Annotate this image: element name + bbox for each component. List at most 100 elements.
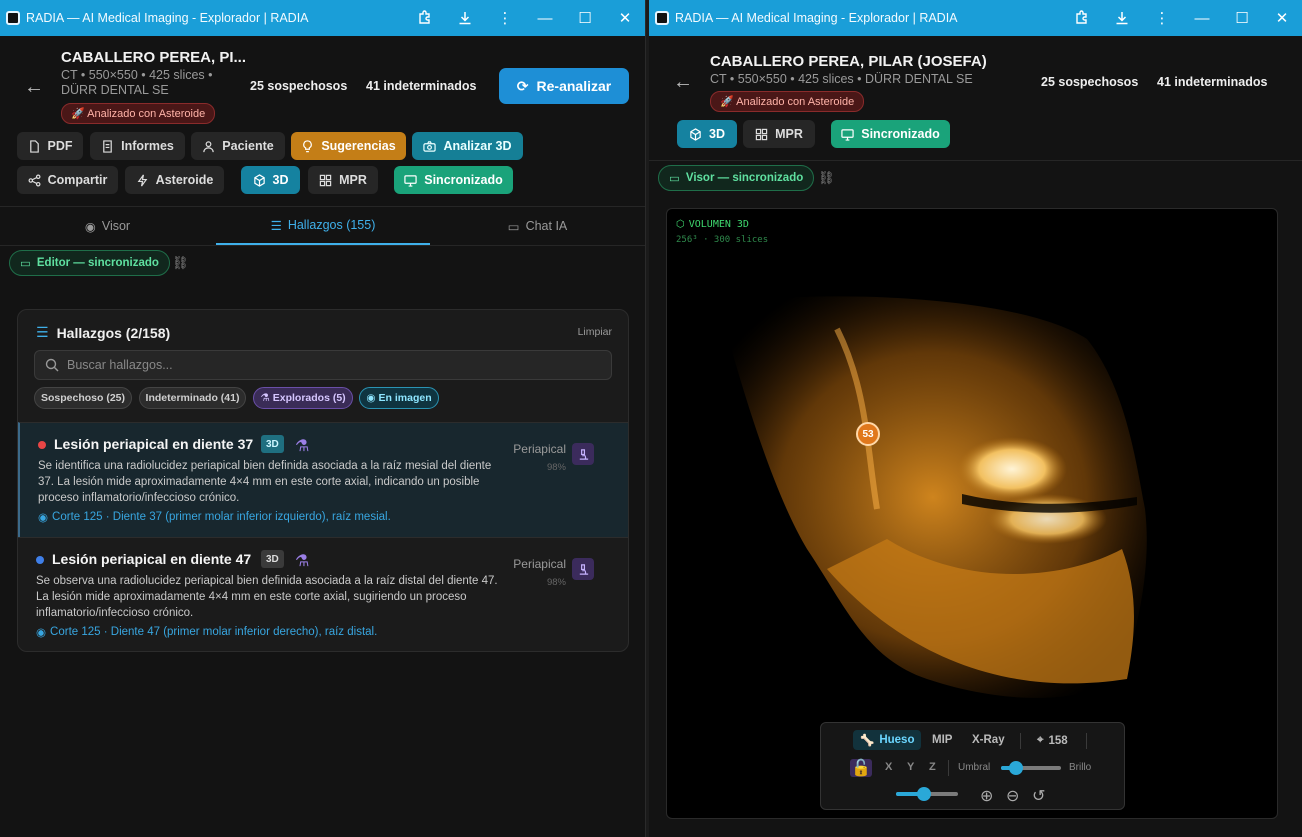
asteroid-badge: 🚀 Analizado con Asteroide	[61, 103, 216, 124]
finding-3d-tag[interactable]: 3D	[261, 550, 284, 568]
cube-icon: ⬡	[676, 219, 685, 230]
suggestions-button[interactable]: Sugerencias	[291, 132, 406, 160]
maximize-button[interactable]: ☐	[565, 0, 605, 36]
axis-y-button[interactable]: Y	[907, 761, 914, 773]
extension-icon[interactable]	[1062, 0, 1102, 36]
clear-link[interactable]: Limpiar	[578, 326, 612, 338]
threshold-label: Umbral	[958, 762, 991, 773]
analyze-3d-button[interactable]: Analizar 3D	[412, 132, 523, 160]
filter-suspicious[interactable]: Sospechoso (25)	[34, 387, 132, 409]
minimize-button[interactable]: —	[525, 0, 565, 36]
reanalyze-button[interactable]: ⟳ Re-analizar	[499, 68, 629, 104]
close-button[interactable]: ✕	[1262, 0, 1302, 36]
viewer-sync-badge[interactable]: ▭ Visor — sincronizado	[658, 165, 815, 191]
finding-item[interactable]: Lesión periapical en diente 47 3D ⚗ Se o…	[18, 537, 628, 651]
zoom-out-icon[interactable]: ⊖	[1006, 786, 1020, 805]
zoom-in-icon[interactable]: ⊕	[980, 786, 994, 805]
download-icon[interactable]	[1102, 0, 1142, 36]
reanalyze-label: Re-analizar	[536, 78, 612, 94]
title-bar: RADIA — AI Medical Imaging - Explorador …	[0, 0, 645, 36]
findings-panel-title: ☰ Hallazgos (2/158)	[36, 324, 170, 341]
reports-button[interactable]: Informes	[90, 132, 185, 160]
tab-viewer[interactable]: ◉ Visor	[0, 207, 215, 245]
finding-description: Se observa una radiolucidez periapical b…	[36, 575, 498, 619]
chat-icon: ▭	[507, 219, 520, 234]
reset-icon[interactable]: ↺	[1032, 786, 1046, 805]
more-menu-icon[interactable]: ⋮	[485, 0, 525, 36]
asteroid-button[interactable]: Asteroide	[125, 166, 224, 194]
axis-x-button[interactable]: X	[885, 761, 892, 773]
finding-item[interactable]: Lesión periapical en diente 37 3D ⚗ Se i…	[18, 422, 628, 537]
xray-mode-button[interactable]: X-Ray	[972, 734, 1005, 746]
close-button[interactable]: ✕	[605, 0, 645, 36]
pdf-button[interactable]: PDF	[17, 132, 83, 160]
findings-panel: ☰ Hallazgos (2/158) Limpiar Buscar hallaz…	[17, 309, 629, 652]
maximize-button[interactable]: ☐	[1222, 0, 1262, 36]
extension-icon[interactable]	[405, 0, 445, 36]
tab-findings[interactable]: ☰ Hallazgos (155)	[216, 207, 430, 245]
mip-mode-button[interactable]: MIP	[932, 734, 952, 746]
patient-button[interactable]: Paciente	[191, 132, 285, 160]
grid-icon	[755, 128, 768, 140]
zoom-slider[interactable]	[896, 787, 958, 801]
zoom-knob[interactable]	[916, 787, 931, 801]
analyze-3d-label: Analizar 3D	[443, 139, 512, 153]
view-3d-button[interactable]: 3D	[241, 166, 300, 194]
tab-chat[interactable]: ▭ Chat IA	[430, 207, 645, 245]
more-menu-icon[interactable]: ⋮	[1142, 0, 1182, 36]
synced-button[interactable]: Sincronizado	[394, 166, 513, 194]
download-icon[interactable]	[445, 0, 485, 36]
right-window: RADIA — AI Medical Imaging - Explorador …	[649, 0, 1302, 837]
suspicious-count: 25 sospechosos	[250, 79, 348, 93]
back-arrow-icon[interactable]: ←	[673, 71, 693, 94]
bone-mode-button[interactable]: 🦴 Hueso	[853, 730, 922, 750]
filter-in-image[interactable]: ◉ En imagen	[359, 387, 439, 409]
filter-indeterminate[interactable]: Indeterminado (41)	[139, 387, 246, 409]
back-arrow-icon[interactable]: ←	[24, 76, 44, 99]
mpr-button[interactable]: MPR	[743, 120, 815, 148]
indeterminate-count: 41 indeterminados	[1157, 75, 1268, 89]
minimize-button[interactable]: —	[1182, 0, 1222, 36]
file-icon	[29, 139, 39, 153]
threshold-slider[interactable]	[1001, 761, 1061, 775]
finding-3d-tag[interactable]: 3D	[261, 435, 284, 453]
monitor-icon	[404, 174, 417, 187]
explore-button[interactable]	[572, 558, 594, 580]
finding-slice-link[interactable]: ◉ Corte 125 · Diente 47 (primer molar inf…	[36, 625, 377, 639]
marker-count-label: 158	[1048, 734, 1068, 747]
app-icon	[655, 11, 669, 25]
window-title: RADIA — AI Medical Imaging - Explorador …	[675, 11, 958, 25]
volume-sub: 256³ · 300 slices	[676, 235, 769, 245]
tab-findings-label: Hallazgos (155)	[287, 218, 376, 232]
threshold-knob[interactable]	[1009, 761, 1023, 775]
search-input[interactable]: Buscar hallazgos...	[34, 350, 612, 380]
findings-title-label: Hallazgos (2/158)	[56, 324, 171, 341]
finding-type: Periapical	[513, 442, 566, 456]
divider	[948, 760, 949, 776]
eye-icon: ◉	[84, 219, 96, 234]
synced-button[interactable]: Sincronizado	[831, 120, 950, 148]
unlink-icon[interactable]: ⛓	[172, 255, 189, 271]
explore-button[interactable]	[572, 443, 594, 465]
search-placeholder: Buscar hallazgos...	[67, 358, 173, 372]
view-3d-button[interactable]: 3D	[677, 120, 737, 148]
finding-confidence: 98%	[546, 462, 566, 473]
share-button[interactable]: Compartir	[17, 166, 118, 194]
patient-meta-line2: DÜRR DENTAL SE	[61, 83, 169, 97]
axis-z-button[interactable]: Z	[929, 761, 936, 773]
filter-explored[interactable]: ⚗ Explorados (5)	[253, 387, 353, 409]
unlink-icon[interactable]: ⛓	[818, 170, 835, 186]
filter-in-image-label: En imagen	[378, 392, 432, 404]
finding-marker[interactable]: 53	[856, 422, 880, 446]
mpr-button[interactable]: MPR	[308, 166, 378, 194]
patient-name: CABALLERO PEREA, PILAR (JOSEFA)	[710, 53, 987, 70]
volume-viewer[interactable]: ⬡ VOLUMEN 3D 256³ · 300 slices 53 🦴 Hueso …	[666, 208, 1278, 819]
list-icon: ☰	[270, 218, 282, 233]
editor-sync-badge[interactable]: ▭ Editor — sincronizado	[9, 250, 170, 276]
lock-icon[interactable]: 🔓	[850, 759, 872, 777]
document-icon	[103, 139, 112, 153]
finding-slice-link[interactable]: ◉ Corte 125 · Diente 37 (primer molar inf…	[38, 510, 391, 524]
bone-mode-label: Hueso	[879, 734, 915, 746]
finding-slice-link-label: Corte 125 · Diente 47 (primer molar infe…	[50, 626, 378, 638]
marker-count[interactable]: ⌖ 158	[1037, 734, 1068, 747]
